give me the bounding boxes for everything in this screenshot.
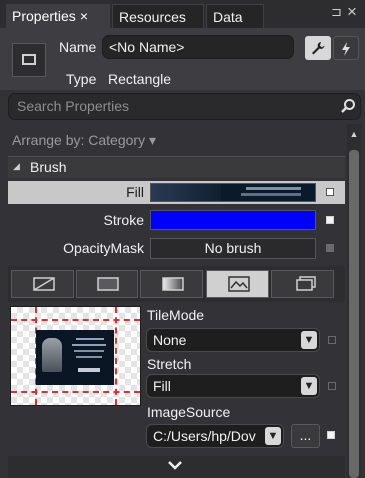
image-source-advanced-marker[interactable] <box>327 431 335 439</box>
tile-mode-label: TileMode <box>147 307 205 323</box>
fill-image-text <box>246 187 301 190</box>
chevron-down-icon[interactable] <box>167 460 183 472</box>
scrollbar-thumb[interactable] <box>349 150 359 478</box>
arrange-by-dropdown[interactable]: Arrange by: Category ▾ <box>12 132 156 149</box>
name-label: Name <box>59 39 97 55</box>
element-preview <box>12 43 46 77</box>
fill-label: Fill <box>126 184 144 200</box>
stretch-advanced-marker[interactable] <box>328 382 336 390</box>
image-text-line <box>74 350 104 352</box>
tile-mode-advanced-marker[interactable] <box>328 336 336 344</box>
tile-guide-top <box>11 319 140 321</box>
solid-color-icon <box>97 277 119 291</box>
no-brush-mode-button[interactable] <box>11 270 74 298</box>
brush-section-title: Brush <box>30 159 67 175</box>
image-text-line <box>72 344 106 346</box>
gradient-icon <box>162 277 184 291</box>
stroke-swatch[interactable] <box>150 210 316 230</box>
opacity-mask-advanced-marker[interactable] <box>326 244 334 252</box>
name-field[interactable]: <No Name> <box>102 35 294 59</box>
resource-brush-mode-button[interactable] <box>271 270 334 298</box>
tile-mode-select[interactable]: None ▼ <box>146 328 320 352</box>
close-panel-icon[interactable]: × <box>347 2 361 22</box>
fill-image-text <box>241 193 301 196</box>
chevron-down-icon[interactable]: ▼ <box>301 377 317 395</box>
tile-guide-right <box>115 307 117 405</box>
tile-mode-value: None <box>153 332 187 348</box>
image-preview[interactable] <box>10 306 141 406</box>
resource-icon <box>296 276 316 291</box>
image-source-select[interactable]: C:/Users/hp/Dov ▼ <box>146 424 284 448</box>
stretch-value: Fill <box>153 378 171 394</box>
close-icon[interactable]: × <box>80 8 88 24</box>
collapse-triangle-icon[interactable]: ◢ <box>13 161 20 172</box>
pin-icon[interactable]: ⊐ <box>331 4 343 22</box>
stretch-select[interactable]: Fill ▼ <box>146 374 320 398</box>
tab-resources[interactable]: Resources <box>112 4 204 28</box>
search-input[interactable]: Search Properties <box>8 93 361 120</box>
events-button[interactable] <box>333 36 359 60</box>
image-text-line <box>76 356 102 358</box>
tab-properties-label: Properties <box>12 8 76 24</box>
fill-advanced-marker[interactable] <box>326 188 334 196</box>
fill-row[interactable]: Fill <box>8 181 345 204</box>
solid-brush-mode-button[interactable] <box>76 270 138 298</box>
stroke-row[interactable]: Stroke <box>8 208 345 231</box>
image-thumbnail <box>36 330 114 385</box>
scroll-up-arrow-icon[interactable]: ▲ <box>349 129 359 141</box>
image-source-value: C:/Users/hp/Dov <box>153 428 256 444</box>
opacity-mask-label: OpacityMask <box>63 240 144 256</box>
tab-data-label: Data <box>213 9 243 25</box>
tab-properties[interactable]: Properties × <box>6 4 110 28</box>
brush-section-header[interactable]: ◢ Brush <box>8 156 345 178</box>
gradient-brush-mode-button[interactable] <box>140 270 203 298</box>
opacity-mask-value[interactable]: No brush <box>150 238 316 259</box>
properties-button[interactable] <box>305 36 331 60</box>
image-source-label: ImageSource <box>147 404 231 420</box>
tab-data[interactable]: Data <box>206 4 264 28</box>
stroke-label: Stroke <box>103 212 144 228</box>
browse-button[interactable]: ... <box>291 424 320 448</box>
fill-swatch[interactable] <box>150 183 316 202</box>
type-value: Rectangle <box>108 71 172 87</box>
no-brush-icon <box>33 277 55 291</box>
image-text-line <box>76 338 104 340</box>
image-brush-mode-button[interactable] <box>206 270 269 298</box>
chevron-down-icon[interactable]: ▼ <box>265 427 281 445</box>
image-text-line <box>78 368 100 372</box>
fill-image-preview <box>151 184 221 201</box>
search-icon[interactable] <box>340 98 356 114</box>
stroke-advanced-marker[interactable] <box>326 216 334 224</box>
wrench-icon <box>312 42 325 55</box>
tile-guide-bottom <box>11 391 140 393</box>
tab-resources-label: Resources <box>119 9 186 25</box>
opacity-mask-row[interactable]: OpacityMask No brush <box>8 236 345 259</box>
image-figure <box>42 338 62 372</box>
rectangle-icon <box>22 54 36 65</box>
stretch-label: Stretch <box>147 356 192 372</box>
image-brush-icon <box>228 276 250 292</box>
tab-strip: Properties × Resources Data ⊐ × <box>0 0 365 28</box>
chevron-down-icon[interactable]: ▼ <box>301 331 317 349</box>
lightning-icon <box>342 42 350 56</box>
type-label: Type <box>66 71 97 87</box>
expand-bar[interactable] <box>8 456 345 478</box>
